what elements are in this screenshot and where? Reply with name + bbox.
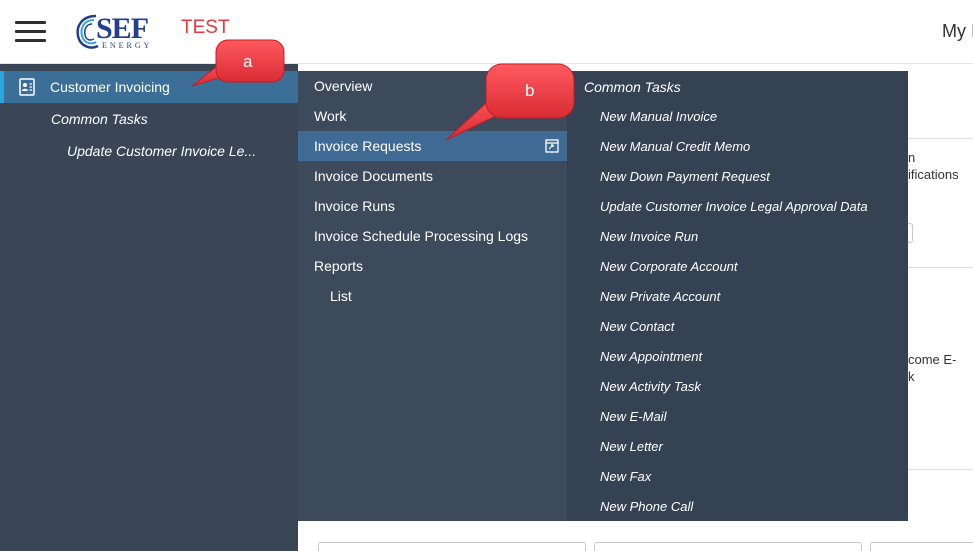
bg-text-fragment: ifications [908, 167, 959, 182]
bg-text-fragment: come E- [908, 352, 957, 367]
callout-b-arrow [445, 63, 575, 141]
common-task-item[interactable]: New Fax [600, 469, 651, 484]
nav-item-label: Update Customer Invoice Le... [67, 143, 257, 159]
common-task-item[interactable]: New Down Payment Request [600, 169, 770, 184]
common-task-item[interactable]: New Invoice Run [600, 229, 698, 244]
environment-label: TEST [181, 17, 230, 38]
common-task-item[interactable]: New Contact [600, 319, 674, 334]
bg-tile [870, 542, 973, 551]
common-task-item[interactable]: New Activity Task [600, 379, 701, 394]
common-tasks-flyout: Common Tasks New Manual Invoice New Manua… [567, 71, 908, 521]
app-window: SEF ENERGY TEST My I n ifications come E… [0, 0, 973, 551]
common-task-item[interactable]: New Appointment [600, 349, 702, 364]
common-task-item[interactable]: New E-Mail [600, 409, 666, 424]
flyout-item[interactable]: List [298, 281, 567, 311]
nav-item-common-tasks[interactable]: Common Tasks [0, 103, 298, 135]
hamburger-menu-icon[interactable] [15, 20, 47, 44]
common-tasks-header: Common Tasks [584, 79, 681, 95]
flyout-item-label: Invoice Documents [314, 168, 434, 184]
company-logo[interactable]: SEF ENERGY [74, 12, 164, 54]
flyout-item-label: Overview [314, 78, 373, 94]
flyout-item-label: Invoice Runs [314, 198, 395, 214]
flyout-item[interactable]: Reports [298, 251, 567, 281]
nav-item-label: Customer Invoicing [50, 79, 170, 95]
common-task-item[interactable]: New Letter [600, 439, 663, 454]
bg-tile [318, 542, 586, 551]
bg-text-fragment: k [908, 369, 915, 384]
user-menu[interactable]: My I [942, 21, 973, 42]
flyout-item[interactable]: Invoice Schedule Processing Logs [298, 221, 567, 251]
logo-subtext: ENERGY [102, 41, 153, 50]
shell-header: SEF ENERGY TEST My I [0, 0, 973, 64]
bg-text-fragment: n [908, 150, 916, 165]
flyout-item-label: Invoice Schedule Processing Logs [314, 228, 529, 244]
flyout-item[interactable]: Invoice Documents [298, 161, 567, 191]
nav-item-recent-task[interactable]: Update Customer Invoice Le... [0, 135, 298, 167]
flyout-item-label: Invoice Requests [314, 138, 422, 154]
common-task-item[interactable]: New Phone Call [600, 499, 693, 514]
bg-tile [594, 542, 862, 551]
common-task-item[interactable]: New Manual Credit Memo [600, 139, 750, 154]
common-task-item[interactable]: New Private Account [600, 289, 720, 304]
bg-divider [908, 469, 973, 470]
flyout-item-label: Reports [314, 258, 364, 274]
bg-divider [908, 138, 973, 139]
callout-a-label: a [243, 52, 253, 71]
common-task-item[interactable]: New Manual Invoice [600, 109, 717, 124]
callout-b-label: b [525, 81, 535, 100]
left-navigation: Customer Invoicing Common Tasks Update C… [0, 64, 298, 551]
flyout-item[interactable]: Invoice Runs [298, 191, 567, 221]
customer-invoicing-icon [19, 78, 35, 96]
nav-item-label: Common Tasks [51, 111, 148, 127]
bg-divider [908, 267, 973, 268]
callout-a-arrow [191, 39, 285, 87]
flyout-item-label: List [330, 288, 352, 304]
flyout-item-label: Work [314, 108, 347, 124]
common-task-item[interactable]: Update Customer Invoice Legal Approval D… [600, 199, 868, 214]
common-task-item[interactable]: New Corporate Account [600, 259, 738, 274]
